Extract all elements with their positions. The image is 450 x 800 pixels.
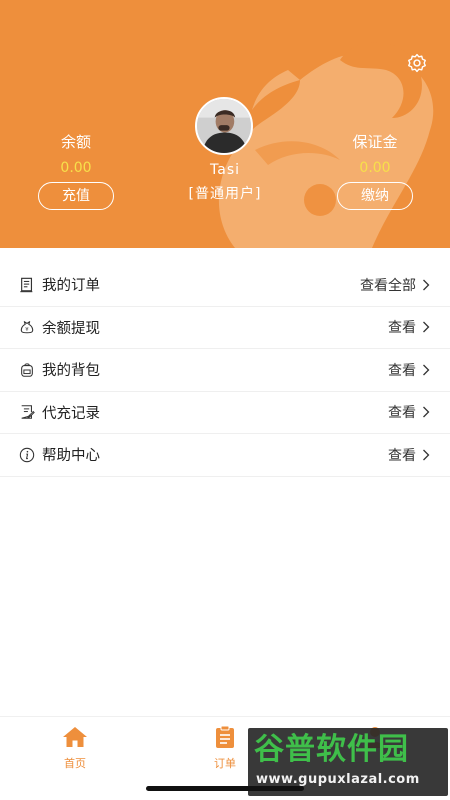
backpack-icon: [18, 361, 36, 379]
avatar[interactable]: [195, 97, 253, 155]
document-icon: [18, 276, 36, 294]
menu-item-label: 代充记录: [42, 405, 100, 422]
tab-home-label: 首页: [64, 757, 86, 770]
svg-text:¥: ¥: [25, 327, 29, 333]
chevron-right-icon: [423, 449, 430, 461]
chevron-right-icon: [423, 321, 430, 333]
home-indicator: [146, 786, 304, 791]
money-bag-icon: ¥: [18, 318, 36, 336]
chevron-right-icon: [423, 364, 430, 376]
view-link[interactable]: 查看: [388, 445, 416, 465]
view-link[interactable]: 查看: [388, 402, 416, 422]
user-type: [普通用户]: [188, 186, 262, 202]
balance-value: 0.00: [60, 160, 92, 176]
view-link[interactable]: 查看: [388, 317, 416, 337]
menu-item-label: 我的订单: [42, 278, 100, 295]
recharge-button[interactable]: 充值: [38, 182, 114, 210]
menu-list: 我的订单 查看全部 ¥ 余额提现 查看 我的背包 查看 代充记录 查看 帮助中心…: [0, 264, 450, 477]
watermark-title: 谷普软件园: [254, 732, 409, 767]
menu-item-label: 我的背包: [42, 363, 100, 380]
menu-item-my-orders[interactable]: 我的订单 查看全部: [0, 264, 450, 307]
balance-block: 余额 0.00 充值: [16, 132, 136, 210]
balance-label: 余额: [60, 133, 91, 151]
home-icon: [63, 727, 87, 747]
view-link[interactable]: 查看: [388, 360, 416, 380]
user-name: Tasi: [210, 162, 240, 178]
chevron-right-icon: [423, 406, 430, 418]
menu-item-my-backpack[interactable]: 我的背包 查看: [0, 349, 450, 392]
menu-item-help-center[interactable]: 帮助中心 查看: [0, 434, 450, 477]
profile-header: 余额 0.00 充值 Tasi [普通用户] 保证金 0.00 缴纳: [0, 0, 450, 248]
pay-deposit-button[interactable]: 缴纳: [337, 182, 413, 210]
deposit-block: 保证金 0.00 缴纳: [315, 132, 435, 210]
settings-gear-icon[interactable]: [406, 52, 428, 74]
chevron-right-icon: [423, 279, 430, 291]
deposit-label: 保证金: [352, 133, 398, 151]
clipboard-icon: [216, 725, 234, 748]
menu-item-label: 余额提现: [42, 320, 100, 337]
view-all-link[interactable]: 查看全部: [360, 275, 416, 295]
watermark-url: www.gupuxlazal.com: [256, 772, 420, 787]
info-icon: [18, 446, 36, 464]
menu-item-label: 帮助中心: [42, 448, 100, 465]
record-icon: [18, 403, 36, 421]
deposit-value: 0.00: [359, 160, 391, 176]
menu-item-recharge-records[interactable]: 代充记录 查看: [0, 392, 450, 434]
menu-item-balance-withdraw[interactable]: ¥ 余额提现 查看: [0, 307, 450, 349]
tab-home[interactable]: 首页: [40, 725, 110, 771]
